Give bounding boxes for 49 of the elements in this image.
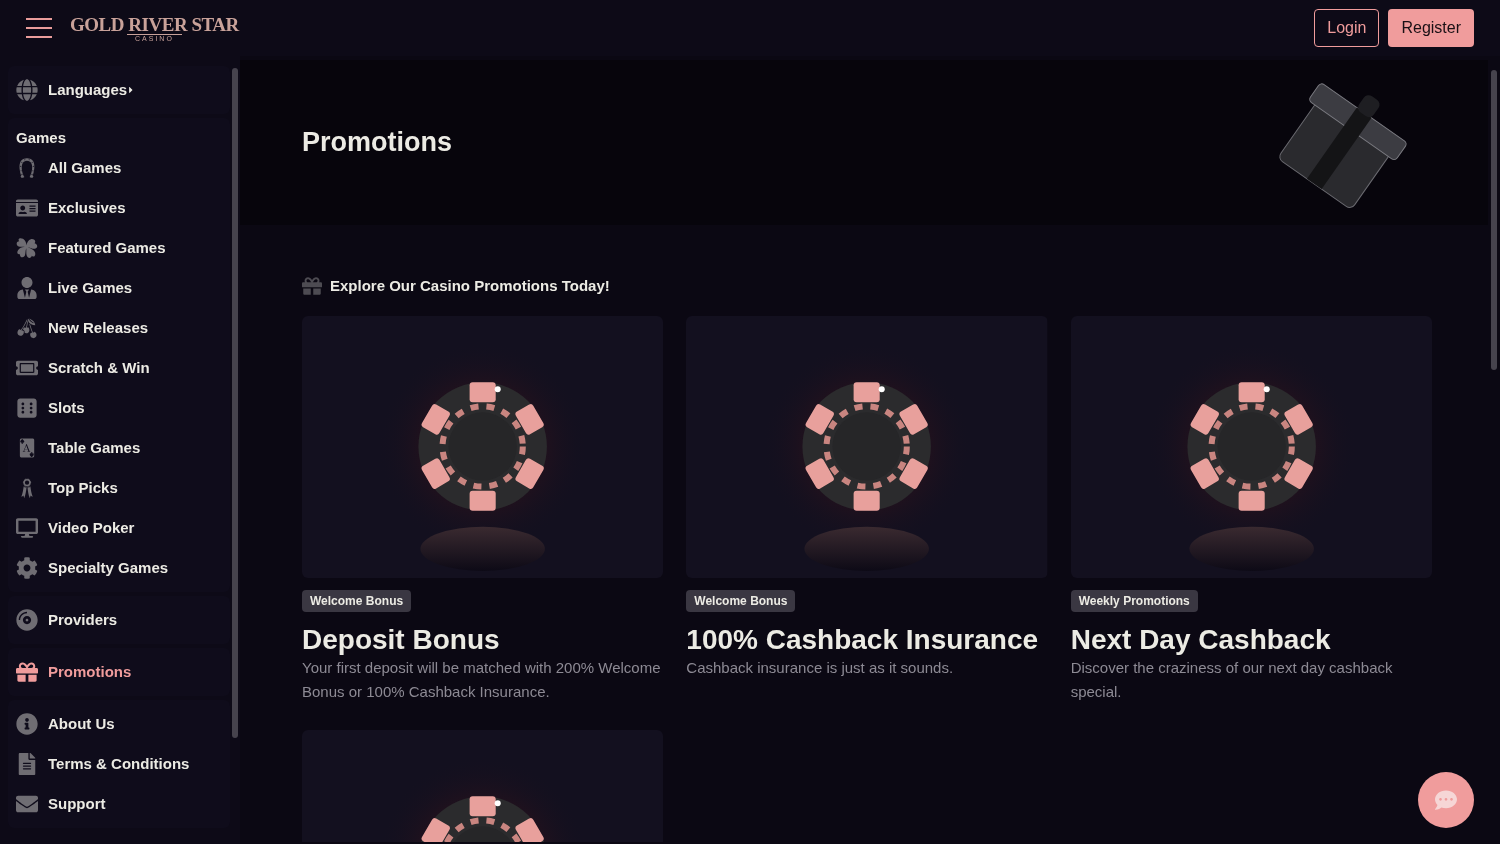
sidebar-item[interactable]: Promotions (48, 660, 132, 684)
category-tag: Weekly Promotions (1070, 589, 1198, 612)
gift-icon (16, 661, 38, 683)
envelope-icon (16, 793, 38, 815)
login-button[interactable]: Login (1314, 9, 1380, 47)
scrollbar[interactable] (1491, 70, 1497, 370)
info-icon (16, 713, 38, 735)
card-description: Discover the craziness of our next day cashback special. (1070, 657, 1394, 702)
sidebar-item[interactable]: Support (48, 792, 106, 816)
menu-button[interactable] (26, 18, 52, 38)
category-tag: Welcome Bonus (686, 589, 796, 612)
sidebar-item[interactable]: Slots (48, 396, 85, 420)
gift-icon (302, 276, 322, 297)
chat-button[interactable] (1418, 772, 1474, 828)
gear-icon (16, 557, 38, 579)
monitor-icon (16, 517, 38, 539)
sidebar-item[interactable]: Terms & Conditions (48, 752, 190, 776)
sidebar-item[interactable]: Languages (48, 78, 128, 102)
register-button[interactable]: Register (1388, 9, 1474, 47)
clover-icon (16, 237, 38, 259)
card-description: Your first deposit will be matched with 200% Welcome Bonus or 100% Cashback Insurance. (302, 657, 662, 702)
card-title[interactable]: Deposit Bonus (302, 623, 664, 656)
person-icon (16, 277, 38, 299)
sidebar-item[interactable]: Specialty Games (48, 556, 169, 580)
id-card-icon (16, 197, 38, 219)
dice-icon (16, 397, 38, 419)
card-description: Cashback insurance is just as it sounds. (686, 657, 955, 678)
section-heading: Explore Our Casino Promotions Today! (330, 276, 610, 296)
globe-icon (16, 79, 38, 101)
scrollbar[interactable] (232, 68, 238, 738)
sidebar-item[interactable]: Scratch & Win (48, 356, 150, 380)
sidebar-item[interactable]: Exclusives (48, 196, 126, 220)
sidebar-item[interactable]: Table Games (48, 436, 141, 460)
card-title[interactable]: Next Day Cashback (1070, 623, 1432, 656)
sidebar-item[interactable]: Top Picks (48, 476, 118, 500)
cherry-icon (16, 317, 38, 339)
sidebar-item[interactable]: Video Poker (48, 516, 135, 540)
section-heading: Games (15, 128, 68, 148)
sidebar-item[interactable]: Live Games (48, 276, 133, 300)
sidebar-item[interactable]: Featured Games (48, 236, 166, 260)
page-title: Promotions (302, 126, 452, 160)
chat-icon (1435, 789, 1457, 811)
sidebar-item[interactable]: About Us (48, 712, 115, 736)
sidebar-item[interactable]: New Releases (48, 316, 149, 340)
sidebar-item[interactable]: Providers (48, 608, 118, 632)
sidebar-item[interactable]: All Games (48, 156, 122, 180)
category-tag: Welcome Bonus (302, 589, 412, 612)
document-icon (16, 753, 38, 775)
card-title[interactable]: 100% Cashback Insurance (686, 623, 1048, 656)
